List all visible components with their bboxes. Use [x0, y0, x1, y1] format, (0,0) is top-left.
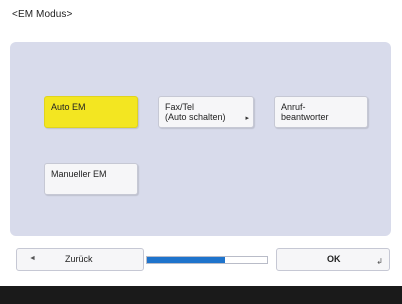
footer-bar — [0, 286, 402, 304]
auto-em-label: Auto EM — [51, 102, 86, 112]
bottom-bar: ◄ Zurück OK ↲ — [10, 248, 391, 274]
fax-tel-label-line1: Fax/Tel — [165, 102, 195, 112]
manueller-em-label: Manueller EM — [51, 169, 107, 179]
anruf-label-line1: Anruf- — [281, 102, 306, 112]
auto-em-button[interactable]: Auto EM — [44, 96, 138, 128]
options-panel — [10, 42, 391, 236]
fax-tel-label-line2: (Auto schalten) — [165, 112, 226, 122]
enter-icon: ↲ — [376, 257, 383, 266]
progress-fill — [147, 257, 225, 263]
page-title: <EM Modus> — [12, 9, 73, 20]
back-arrow-icon: ◄ — [29, 255, 36, 262]
submenu-arrow-icon: ▸ — [245, 115, 249, 122]
ok-button[interactable]: OK ↲ — [276, 248, 390, 271]
anrufbeantworter-button[interactable]: Anruf- beantworter — [274, 96, 368, 128]
em-mode-screen: <EM Modus> Auto EM Fax/Tel (Auto schalte… — [0, 0, 402, 304]
fax-tel-button[interactable]: Fax/Tel (Auto schalten) ▸ — [158, 96, 254, 128]
progress-bar — [146, 256, 268, 264]
back-button[interactable]: ◄ Zurück — [16, 248, 144, 271]
manueller-em-button[interactable]: Manueller EM — [44, 163, 138, 195]
back-label: Zurück — [65, 254, 93, 264]
ok-label: OK — [327, 254, 341, 264]
anruf-label-line2: beantworter — [281, 112, 329, 122]
